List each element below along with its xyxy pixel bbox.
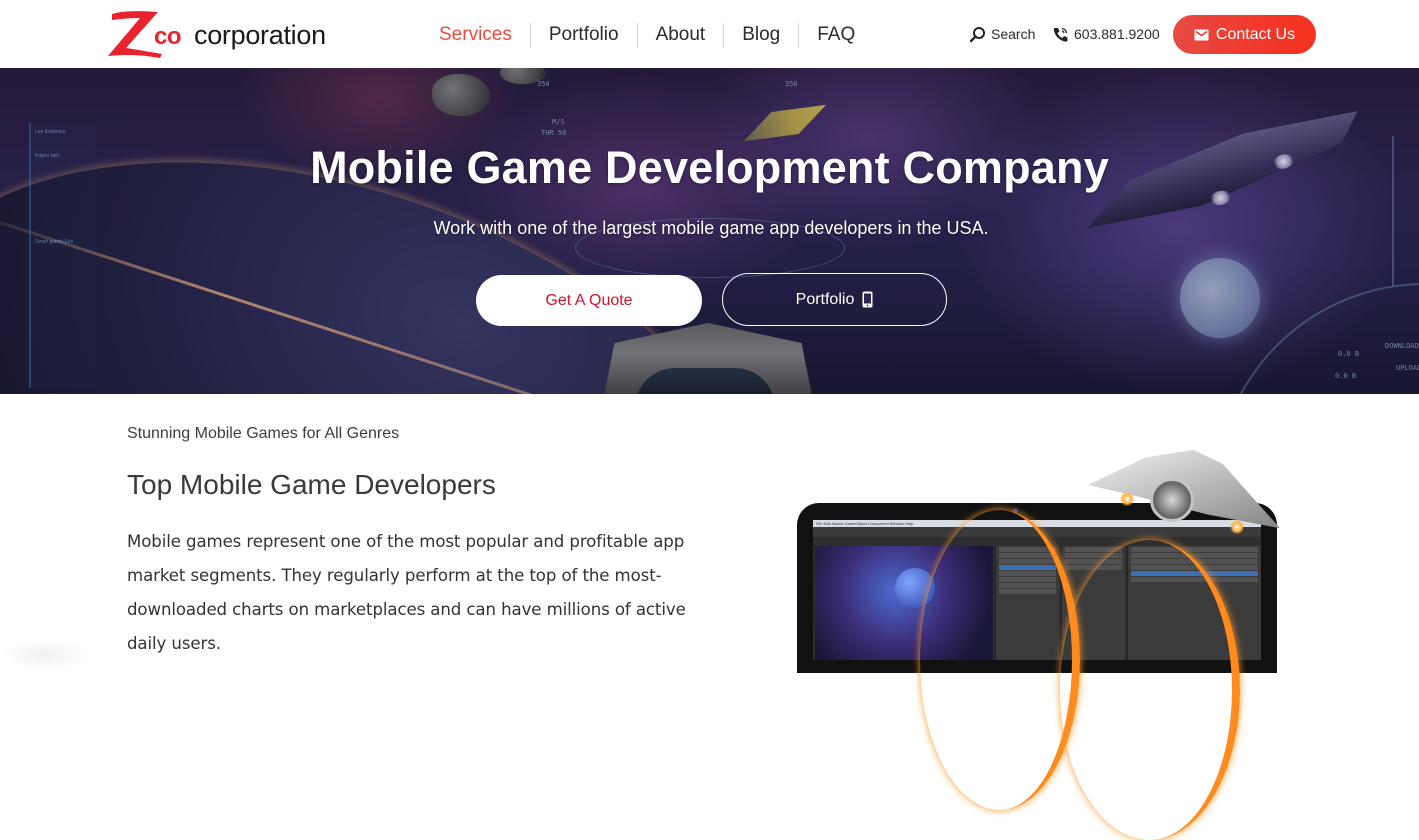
portfolio-button[interactable]: Portfolio [722, 273, 947, 326]
site-header: co corporation Services Portfolio About … [0, 0, 1419, 68]
nav-faq[interactable]: FAQ [799, 22, 873, 48]
mobile-phone-icon [862, 291, 873, 308]
section-eyebrow: Stunning Mobile Games for All Genres [127, 425, 400, 442]
hero-title: Mobile Game Development Company [310, 142, 1109, 193]
section-heading: Top Mobile Game Developers [127, 469, 496, 500]
zco-logo[interactable]: co corporation [106, 8, 336, 60]
search-link[interactable]: Search [969, 22, 1035, 46]
ufo-core-graphic [1150, 478, 1194, 522]
nav-portfolio[interactable]: Portfolio [531, 22, 637, 48]
logo-co: co [154, 23, 182, 50]
thruster-flame [1230, 520, 1244, 534]
logo-corporation: corporation [194, 20, 326, 50]
main-nav: Services Portfolio About Blog FAQ [421, 20, 873, 50]
get-a-quote-button[interactable]: Get A Quote [476, 275, 702, 326]
phone-link[interactable]: 603.881.9200 [1052, 22, 1160, 46]
chat-widget-shadow [0, 640, 90, 670]
hero-banner: Lee Evidence Kuiper belt Dwarf planet Er… [0, 68, 1419, 394]
contact-us-label: Contact Us [1215, 25, 1296, 43]
envelope-icon [1194, 29, 1209, 40]
thruster-trail [920, 510, 1080, 810]
phone-number: 603.881.9200 [1074, 26, 1160, 42]
search-label: Search [991, 26, 1036, 42]
hero-subtitle: Work with one of the largest mobile game… [433, 218, 989, 238]
search-icon [969, 26, 985, 42]
phone-icon [1053, 27, 1068, 42]
contact-us-button[interactable]: Contact Us [1173, 15, 1316, 54]
thruster-trail [1060, 540, 1240, 840]
thruster-flame [1120, 492, 1134, 506]
nav-blog[interactable]: Blog [724, 22, 798, 48]
editor-menubar: File Edit Assets GameObject Component Wi… [813, 520, 1261, 527]
nav-about[interactable]: About [638, 22, 724, 48]
section-paragraph: Mobile games represent one of the most p… [127, 532, 686, 653]
portfolio-button-label: Portfolio [795, 290, 855, 308]
nav-services[interactable]: Services [421, 22, 530, 48]
